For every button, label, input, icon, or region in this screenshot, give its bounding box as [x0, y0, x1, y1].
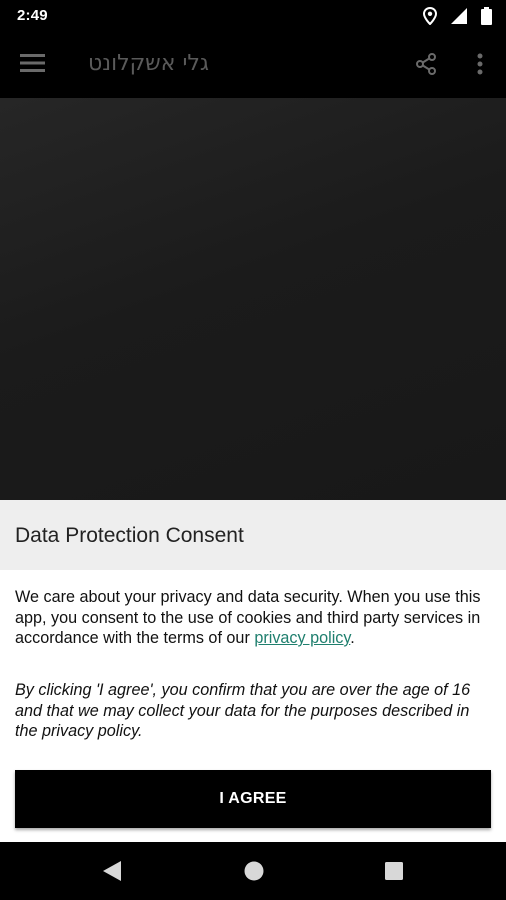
battery-icon	[481, 7, 492, 25]
share-icon	[416, 53, 436, 75]
status-icons	[423, 6, 492, 26]
recents-button[interactable]	[384, 861, 404, 881]
menu-icon	[20, 54, 45, 72]
consent-note: By clicking 'I agree', you confirm that …	[15, 681, 471, 740]
agree-button[interactable]: I AGREE	[15, 770, 491, 828]
content-area	[0, 98, 506, 500]
more-options-button[interactable]	[470, 52, 490, 78]
dialog-title: Data Protection Consent	[15, 524, 244, 547]
home-button[interactable]	[243, 860, 265, 882]
consent-body: We care about your privacy and data secu…	[15, 587, 493, 649]
consent-dialog: Data Protection Consent We care about yo…	[0, 500, 506, 842]
app-toolbar: גלי אשקלונט	[0, 32, 506, 98]
back-icon	[103, 861, 121, 881]
more-vert-icon	[477, 53, 483, 75]
recents-icon	[385, 862, 403, 880]
consent-body-end: .	[350, 629, 355, 647]
dialog-header: Data Protection Consent	[0, 500, 506, 570]
signal-icon	[451, 8, 467, 24]
privacy-policy-link[interactable]: privacy policy	[254, 629, 350, 647]
navigation-bar	[0, 842, 506, 900]
back-button[interactable]	[101, 859, 123, 883]
share-button[interactable]	[414, 52, 440, 78]
consent-body-text: We care about your privacy and data secu…	[15, 588, 481, 647]
home-icon	[244, 861, 264, 881]
status-bar: 2:49	[0, 0, 506, 32]
location-icon	[423, 7, 437, 25]
app-title: גלי אשקלונט	[88, 51, 209, 76]
status-time: 2:49	[17, 7, 48, 24]
menu-button[interactable]	[20, 52, 50, 78]
